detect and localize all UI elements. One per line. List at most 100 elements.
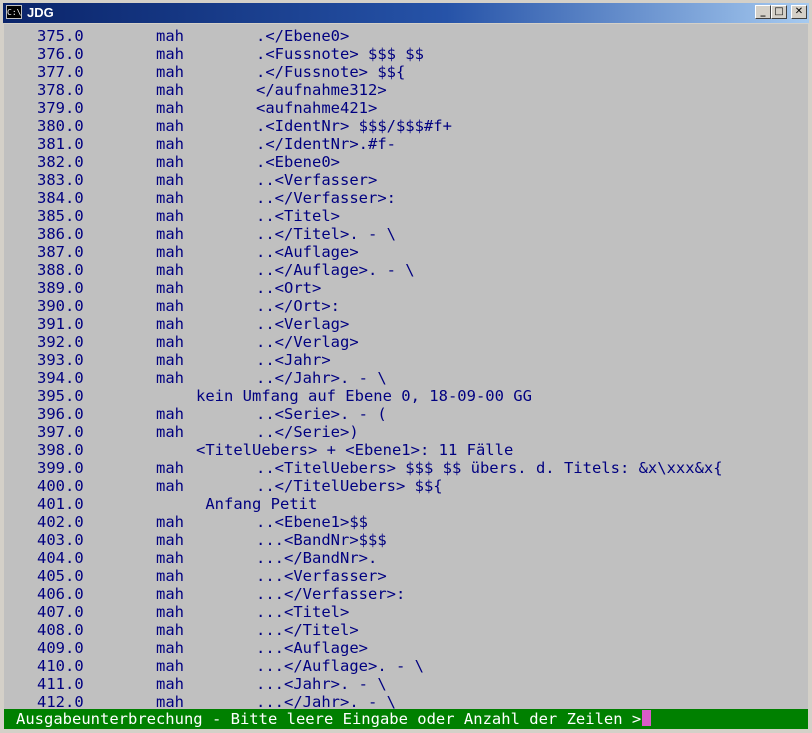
console-line: 406.0 mah ...</Verfasser>: <box>4 585 808 603</box>
line-text: <aufnahme421> <box>256 99 378 117</box>
console-line: 382.0 mah .<Ebene0> <box>4 153 808 171</box>
line-text: ..<Verfasser> <box>256 171 378 189</box>
line-number: 398.0 <box>37 441 84 459</box>
line-text: ..<Auflage> <box>256 243 359 261</box>
console-line: 404.0 mah ...</BandNr>. <box>4 549 808 567</box>
console-line: 381.0 mah .</IdentNr>.#f- <box>4 135 808 153</box>
console-line: 375.0 mah .</Ebene0> <box>4 27 808 45</box>
line-number: 390.0 <box>37 297 84 315</box>
line-text: ..</Titel>. - \ <box>256 225 396 243</box>
title-bar[interactable]: C:\ JDG _ □ ✕ <box>3 3 809 23</box>
line-text: ...<Titel> <box>256 603 350 621</box>
line-text: ...</Titel> <box>256 621 359 639</box>
line-text: ..</Serie>) <box>256 423 359 441</box>
line-number: 378.0 <box>37 81 84 99</box>
line-number: 384.0 <box>37 189 84 207</box>
line-text: </aufnahme312> <box>256 81 387 99</box>
console-line: 394.0 mah ..</Jahr>. - \ <box>4 369 808 387</box>
console-line: 402.0 mah ..<Ebene1>$$ <box>4 513 808 531</box>
line-number: 402.0 <box>37 513 84 531</box>
line-text: ..<TitelUebers> $$$ $$ übers. d. Titels:… <box>256 459 723 477</box>
line-user: mah <box>156 675 184 693</box>
status-prompt: Ausgabeunterbrechung - Bitte leere Einga… <box>16 710 642 728</box>
console-area[interactable]: 375.0 mah .</Ebene0> 376.0 mah .<Fussnote> $$… <box>4 24 808 729</box>
console-line: 396.0 mah ..<Serie>. - ( <box>4 405 808 423</box>
console-icon[interactable]: C:\ <box>6 5 22 19</box>
line-text: .<IdentNr> $$$/$$$#f+ <box>256 117 452 135</box>
line-number: 394.0 <box>37 369 84 387</box>
line-user: mah <box>156 153 184 171</box>
line-text: ..</TitelUebers> $${ <box>256 477 443 495</box>
line-number: 381.0 <box>37 135 84 153</box>
console-line: 411.0 mah ...<Jahr>. - \ <box>4 675 808 693</box>
line-number: 400.0 <box>37 477 84 495</box>
console-line: 383.0 mah ..<Verfasser> <box>4 171 808 189</box>
line-number: 380.0 <box>37 117 84 135</box>
line-number: 401.0 <box>37 495 84 513</box>
console-line: 379.0 mah <aufnahme421> <box>4 99 808 117</box>
console-line: 378.0 mah </aufnahme312> <box>4 81 808 99</box>
line-text: .</IdentNr>.#f- <box>256 135 396 153</box>
console-line: 397.0 mah ..</Serie>) <box>4 423 808 441</box>
window-title: JDG <box>27 5 54 20</box>
line-user: mah <box>156 225 184 243</box>
line-user: mah <box>156 171 184 189</box>
line-text: ..<Verlag> <box>256 315 350 333</box>
line-number: 386.0 <box>37 225 84 243</box>
line-user: mah <box>156 603 184 621</box>
console-line: 399.0 mah ..<TitelUebers> $$$ $$ übers. d.… <box>4 459 808 477</box>
console-window: C:\ JDG _ □ ✕ 375.0 mah .</Ebene0> 376.0 mah… <box>0 0 812 733</box>
line-number: 383.0 <box>37 171 84 189</box>
minimize-button[interactable]: _ <box>755 5 771 19</box>
console-line: 377.0 mah .</Fussnote> $${ <box>4 63 808 81</box>
console-line: 400.0 mah ..</TitelUebers> $${ <box>4 477 808 495</box>
line-number: 392.0 <box>37 333 84 351</box>
close-button[interactable]: ✕ <box>791 5 807 19</box>
line-user: mah <box>156 351 184 369</box>
line-user: mah <box>156 27 184 45</box>
line-text: ..<Serie>. - ( <box>256 405 387 423</box>
line-number: 395.0 <box>37 387 84 405</box>
line-text: ...<Verfasser> <box>256 567 387 585</box>
console-line: 409.0 mah ...<Auflage> <box>4 639 808 657</box>
output-lines: 375.0 mah .</Ebene0> 376.0 mah .<Fussnote> $$… <box>4 27 808 711</box>
line-number: 405.0 <box>37 567 84 585</box>
line-number: 388.0 <box>37 261 84 279</box>
console-line: 393.0 mah ..<Jahr> <box>4 351 808 369</box>
console-line: 407.0 mah ...<Titel> <box>4 603 808 621</box>
line-text: ..<Ort> <box>256 279 322 297</box>
line-text: ..</Ort>: <box>256 297 340 315</box>
line-text: ..</Verfasser>: <box>256 189 396 207</box>
status-bar[interactable]: Ausgabeunterbrechung - Bitte leere Einga… <box>4 709 808 729</box>
line-user: mah <box>156 405 184 423</box>
text-cursor <box>642 710 652 726</box>
line-text: ..<Jahr> <box>256 351 331 369</box>
line-number: 375.0 <box>37 27 84 45</box>
line-user: mah <box>156 513 184 531</box>
console-line: 387.0 mah ..<Auflage> <box>4 243 808 261</box>
line-user: mah <box>156 261 184 279</box>
console-line: 395.0 kein Umfang auf Ebene 0, 18-09-00 G… <box>4 387 808 405</box>
maximize-button[interactable]: □ <box>771 5 787 19</box>
line-number: 379.0 <box>37 99 84 117</box>
line-user: mah <box>156 99 184 117</box>
line-text: .</Fussnote> $${ <box>256 63 406 81</box>
line-user: mah <box>156 279 184 297</box>
line-user: mah <box>156 585 184 603</box>
console-line: 389.0 mah ..<Ort> <box>4 279 808 297</box>
line-number: 406.0 <box>37 585 84 603</box>
line-number: 408.0 <box>37 621 84 639</box>
line-number: 396.0 <box>37 405 84 423</box>
console-line: 384.0 mah ..</Verfasser>: <box>4 189 808 207</box>
line-comment: <TitelUebers> + <Ebene1>: 11 Fälle <box>196 441 514 459</box>
line-user: mah <box>156 333 184 351</box>
line-number: 377.0 <box>37 63 84 81</box>
line-number: 404.0 <box>37 549 84 567</box>
line-number: 399.0 <box>37 459 84 477</box>
line-user: mah <box>156 45 184 63</box>
console-line: 386.0 mah ..</Titel>. - \ <box>4 225 808 243</box>
console-line: 401.0 Anfang Petit <box>4 495 808 513</box>
line-number: 387.0 <box>37 243 84 261</box>
line-user: mah <box>156 423 184 441</box>
line-user: mah <box>156 81 184 99</box>
